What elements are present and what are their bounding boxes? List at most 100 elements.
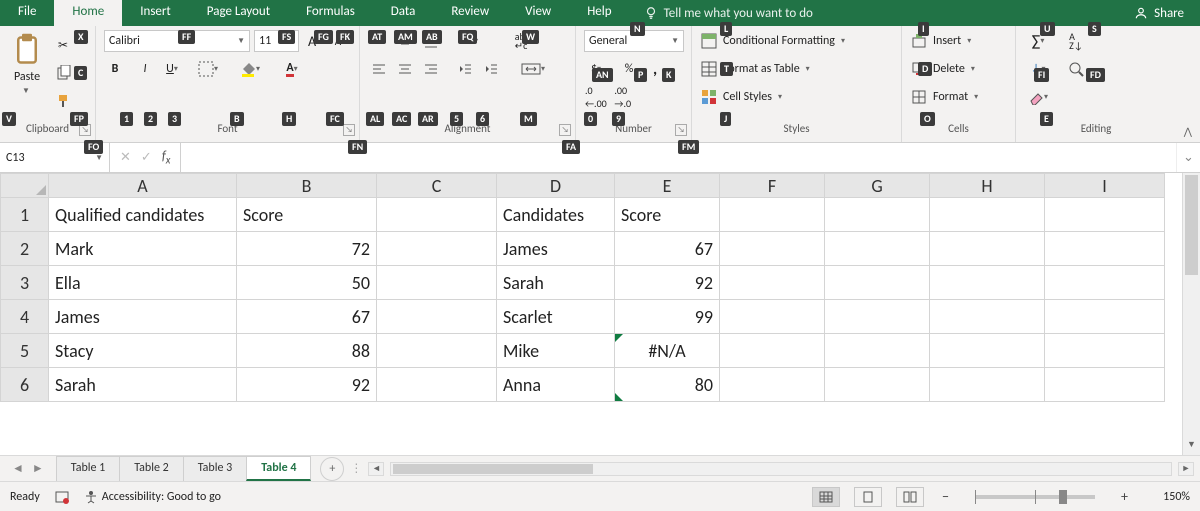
cell[interactable]: James: [497, 232, 615, 266]
column-header[interactable]: E: [615, 174, 720, 198]
cell[interactable]: [720, 334, 825, 368]
collapse-ribbon-icon[interactable]: ⋀: [1184, 125, 1192, 138]
dialog-launcher-icon[interactable]: ↘: [343, 124, 355, 136]
macro-record-icon[interactable]: [54, 489, 70, 505]
cell[interactable]: [1045, 368, 1165, 402]
font-color-button[interactable]: A▾: [278, 58, 312, 80]
cut-button[interactable]: ✂: [52, 34, 74, 56]
cell[interactable]: Scarlet: [497, 300, 615, 334]
worksheet-grid[interactable]: ABCDEFGHI1Qualified candidatesScoreCandi…: [0, 173, 1200, 455]
tab-nav-prev-icon[interactable]: ◄: [12, 461, 24, 476]
view-page-break-button[interactable]: [896, 487, 924, 507]
align-center-button[interactable]: [394, 58, 416, 80]
cell[interactable]: Ella: [49, 266, 237, 300]
cell[interactable]: [377, 300, 497, 334]
tab-help[interactable]: Help: [569, 0, 629, 26]
sheet-tab[interactable]: Table 1: [56, 456, 120, 481]
column-header[interactable]: D: [497, 174, 615, 198]
cell[interactable]: [825, 368, 930, 402]
tab-file[interactable]: File: [0, 0, 54, 26]
share-button[interactable]: Share: [1118, 0, 1200, 26]
merge-center-button[interactable]: ▾: [514, 58, 558, 80]
cell[interactable]: Qualified candidates: [49, 198, 237, 232]
cell[interactable]: 99: [615, 300, 720, 334]
cell[interactable]: [1045, 232, 1165, 266]
new-sheet-button[interactable]: +: [320, 457, 344, 481]
accessibility-status[interactable]: Accessibility: Good to go: [102, 490, 221, 504]
tab-formulas[interactable]: Formulas: [288, 0, 373, 26]
fill-color-button[interactable]: ▾: [236, 58, 270, 80]
sheet-tab[interactable]: Table 4: [246, 456, 311, 481]
cell[interactable]: 72: [237, 232, 377, 266]
row-header[interactable]: 5: [1, 334, 49, 368]
column-header[interactable]: G: [825, 174, 930, 198]
cell[interactable]: 92: [615, 266, 720, 300]
cell[interactable]: [377, 368, 497, 402]
tab-home[interactable]: Home: [54, 0, 122, 26]
sheet-tab[interactable]: Table 3: [183, 456, 247, 481]
borders-button[interactable]: ▾: [194, 58, 228, 80]
paste-button[interactable]: Paste ▼: [8, 30, 46, 122]
zoom-slider[interactable]: [975, 495, 1095, 499]
enter-formula-icon[interactable]: ✓: [141, 150, 152, 165]
cell[interactable]: [1045, 266, 1165, 300]
cell[interactable]: [720, 300, 825, 334]
cell[interactable]: [825, 300, 930, 334]
column-header[interactable]: H: [930, 174, 1045, 198]
cell[interactable]: [377, 266, 497, 300]
view-page-layout-button[interactable]: [854, 487, 882, 507]
row-header[interactable]: 1: [1, 198, 49, 232]
cell[interactable]: Candidates: [497, 198, 615, 232]
cell[interactable]: [930, 368, 1045, 402]
cell[interactable]: James: [49, 300, 237, 334]
cell[interactable]: 88: [237, 334, 377, 368]
view-normal-button[interactable]: [812, 487, 840, 507]
format-cells-button[interactable]: Format▾: [910, 86, 1006, 108]
font-name-combo[interactable]: Calibri▼: [104, 30, 250, 52]
cancel-formula-icon[interactable]: ✕: [120, 150, 131, 165]
cell[interactable]: Sarah: [497, 266, 615, 300]
cell[interactable]: [377, 334, 497, 368]
cell-styles-button[interactable]: Cell Styles▾: [700, 86, 830, 108]
tab-page-layout[interactable]: Page Layout: [189, 0, 288, 26]
cell[interactable]: [1045, 300, 1165, 334]
cell[interactable]: 50: [237, 266, 377, 300]
tab-nav-next-icon[interactable]: ►: [32, 461, 44, 476]
cell[interactable]: [1045, 198, 1165, 232]
cell[interactable]: Anna: [497, 368, 615, 402]
zoom-knob[interactable]: [1059, 490, 1067, 504]
underline-button[interactable]: U▾: [164, 58, 186, 80]
cell[interactable]: Score: [615, 198, 720, 232]
column-header[interactable]: F: [720, 174, 825, 198]
increase-decimal-button[interactable]: .0←.00: [584, 86, 608, 108]
horizontal-scrollbar[interactable]: [390, 462, 1172, 476]
scrollbar-thumb[interactable]: [1185, 175, 1198, 275]
cell[interactable]: [930, 300, 1045, 334]
tab-split-handle-icon[interactable]: ⋮: [350, 461, 362, 476]
zoom-out-button[interactable]: −: [938, 488, 953, 505]
row-header[interactable]: 3: [1, 266, 49, 300]
sort-filter-button[interactable]: AZ↓: [1062, 30, 1090, 52]
cell[interactable]: [825, 266, 930, 300]
zoom-level[interactable]: 150%: [1146, 490, 1190, 504]
cell[interactable]: [825, 198, 930, 232]
cell[interactable]: Mark: [49, 232, 237, 266]
vertical-scrollbar[interactable]: ▲ ▼: [1182, 173, 1200, 455]
italic-button[interactable]: I: [134, 58, 156, 80]
tab-insert[interactable]: Insert: [122, 0, 189, 26]
cell[interactable]: Stacy: [49, 334, 237, 368]
dialog-launcher-icon[interactable]: ↘: [675, 124, 687, 136]
copy-button[interactable]: [52, 62, 74, 84]
dialog-launcher-icon[interactable]: ↘: [559, 124, 571, 136]
cell[interactable]: [825, 232, 930, 266]
hscroll-left-icon[interactable]: ◄: [368, 462, 384, 476]
tab-review[interactable]: Review: [433, 0, 507, 26]
cell[interactable]: [930, 266, 1045, 300]
cell[interactable]: [930, 232, 1045, 266]
expand-formula-bar-icon[interactable]: ⌄: [1176, 143, 1200, 172]
row-header[interactable]: 4: [1, 300, 49, 334]
column-header[interactable]: C: [377, 174, 497, 198]
cell[interactable]: [720, 368, 825, 402]
cell[interactable]: [720, 232, 825, 266]
cell[interactable]: #N/A: [615, 334, 720, 368]
